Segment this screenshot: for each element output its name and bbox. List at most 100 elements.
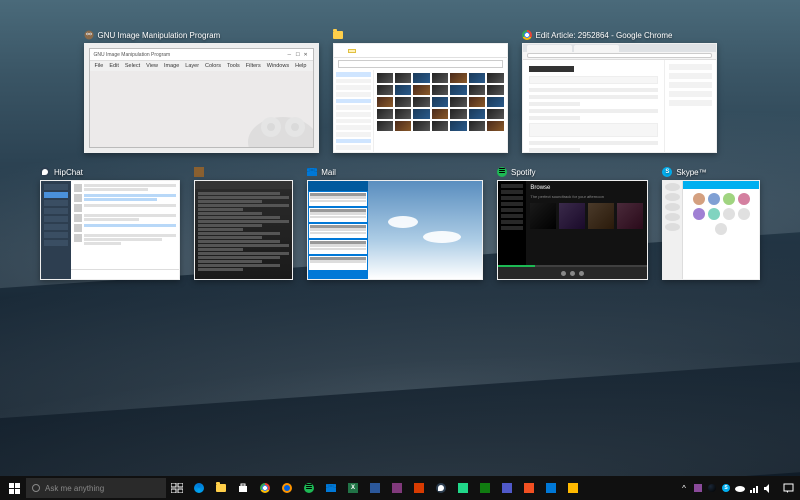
taskbar-app-edge[interactable] [188, 476, 210, 500]
app-icon [458, 483, 468, 493]
taskbar-app-store[interactable] [232, 476, 254, 500]
taskbar-app[interactable] [518, 476, 540, 500]
task-card-title: Mail [307, 167, 483, 177]
task-card-spotify[interactable]: Spotify Browse The perfect soundtrack fo… [497, 167, 648, 280]
system-tray[interactable]: ^ S [674, 482, 778, 494]
tray-network-icon[interactable] [748, 482, 760, 494]
chrome-icon [522, 30, 532, 40]
taskbar-app[interactable] [364, 476, 386, 500]
task-view-row: GNU Image Manipulation Program GNU Image… [40, 30, 760, 153]
spotify-sidebar [498, 181, 526, 267]
taskbar-app-spotify[interactable] [298, 476, 320, 500]
mail-icon [307, 167, 317, 177]
taskbar-app-mail[interactable] [320, 476, 342, 500]
tray-volume-icon[interactable] [762, 482, 774, 494]
folder-icon [333, 30, 343, 40]
task-card-thumb[interactable] [333, 43, 508, 153]
windows-logo-icon [9, 483, 20, 494]
task-card-thumb[interactable]: Browse The perfect soundtrack for your a… [497, 180, 648, 280]
task-card-gimp[interactable]: GNU Image Manipulation Program GNU Image… [84, 30, 319, 153]
mail-preview [368, 181, 482, 279]
terminal-window [195, 181, 293, 279]
task-card-thumb[interactable] [522, 43, 717, 153]
hipchat-chat [71, 181, 179, 279]
task-card-title: S Skype™ [662, 167, 760, 177]
task-card-hipchat[interactable]: HipChat [40, 167, 180, 280]
gimp-wilber-mascot [243, 97, 313, 147]
close-icon: ✕ [304, 52, 309, 57]
spotify-album-row [530, 203, 643, 229]
spotify-player [498, 267, 647, 279]
task-card-mail[interactable]: Mail [307, 167, 483, 280]
mail-window [308, 181, 482, 279]
skype-main [683, 181, 759, 279]
taskbar-app-firefox[interactable] [276, 476, 298, 500]
taskbar-app[interactable] [408, 476, 430, 500]
taskbar-app[interactable] [386, 476, 408, 500]
explorer-body [334, 70, 507, 152]
task-card-thumb[interactable] [662, 180, 760, 280]
task-card-skype[interactable]: S Skype™ [662, 167, 760, 280]
task-card-terminal[interactable] [194, 167, 294, 280]
desktop: GNU Image Manipulation Program GNU Image… [0, 0, 800, 500]
taskbar-app[interactable] [474, 476, 496, 500]
skype-sidebar [663, 181, 683, 279]
taskbar-app[interactable] [452, 476, 474, 500]
explorer-window [334, 44, 507, 152]
taskbar-app[interactable] [540, 476, 562, 500]
tray-steam-icon[interactable] [706, 482, 718, 494]
task-card-thumb[interactable]: GNU Image Manipulation Program ─ ☐ ✕ Fil… [84, 43, 319, 153]
firefox-icon [282, 483, 292, 493]
hipchat-icon [436, 483, 446, 493]
taskbar-app-chrome[interactable] [254, 476, 276, 500]
app-icon [414, 483, 424, 493]
menu-item: Colors [205, 63, 221, 69]
tray-icon[interactable] [692, 482, 704, 494]
explorer-ribbon [334, 44, 507, 58]
app-icon [480, 483, 490, 493]
tray-onedrive-icon[interactable] [734, 482, 746, 494]
chrome-omnibox [527, 53, 712, 58]
skype-window [663, 181, 759, 279]
task-card-label: GNU Image Manipulation Program [98, 31, 221, 40]
taskbar-app-hipchat[interactable] [430, 476, 452, 500]
taskbar-app[interactable] [562, 476, 584, 500]
tray-chevron-icon[interactable]: ^ [678, 482, 690, 494]
tray-skype-icon[interactable]: S [720, 482, 732, 494]
explorer-nav-pane [334, 70, 374, 152]
skype-icon: S [662, 167, 672, 177]
task-view: GNU Image Manipulation Program GNU Image… [0, 30, 800, 294]
taskbar-app-explorer[interactable] [210, 476, 232, 500]
task-card-title: Spotify [497, 167, 648, 177]
menu-item: File [95, 63, 104, 69]
menu-item: View [146, 63, 158, 69]
chrome-tab-strip [523, 44, 716, 52]
task-card-thumb[interactable] [40, 180, 180, 280]
mail-icon [326, 484, 336, 492]
hipchat-sidebar [41, 181, 71, 279]
task-card-explorer[interactable] [333, 30, 508, 153]
menu-item: Image [164, 63, 179, 69]
start-button[interactable] [2, 476, 26, 500]
task-card-thumb[interactable] [307, 180, 483, 280]
folder-icon [216, 484, 226, 492]
terminal-output [195, 189, 293, 279]
excel-icon: X [348, 483, 358, 493]
task-card-thumb[interactable] [194, 180, 294, 280]
taskbar-app-excel[interactable]: X [342, 476, 364, 500]
task-card-chrome[interactable]: Edit Article: 2952864 - Google Chrome [522, 30, 717, 153]
app-icon [524, 483, 534, 493]
spotify-icon [304, 483, 314, 493]
app-icon [568, 483, 578, 493]
hipchat-window [41, 181, 179, 279]
action-center-button[interactable] [778, 476, 798, 500]
app-icon [546, 483, 556, 493]
app-icon [392, 483, 402, 493]
task-card-label: Edit Article: 2952864 - Google Chrome [536, 31, 673, 40]
cortana-search[interactable]: Ask me anything [26, 478, 166, 498]
mail-message-list [308, 181, 368, 279]
window-controls: ─ ☐ ✕ [288, 52, 309, 57]
task-view-button[interactable] [166, 476, 188, 500]
gimp-canvas [90, 71, 313, 147]
taskbar-app[interactable] [496, 476, 518, 500]
